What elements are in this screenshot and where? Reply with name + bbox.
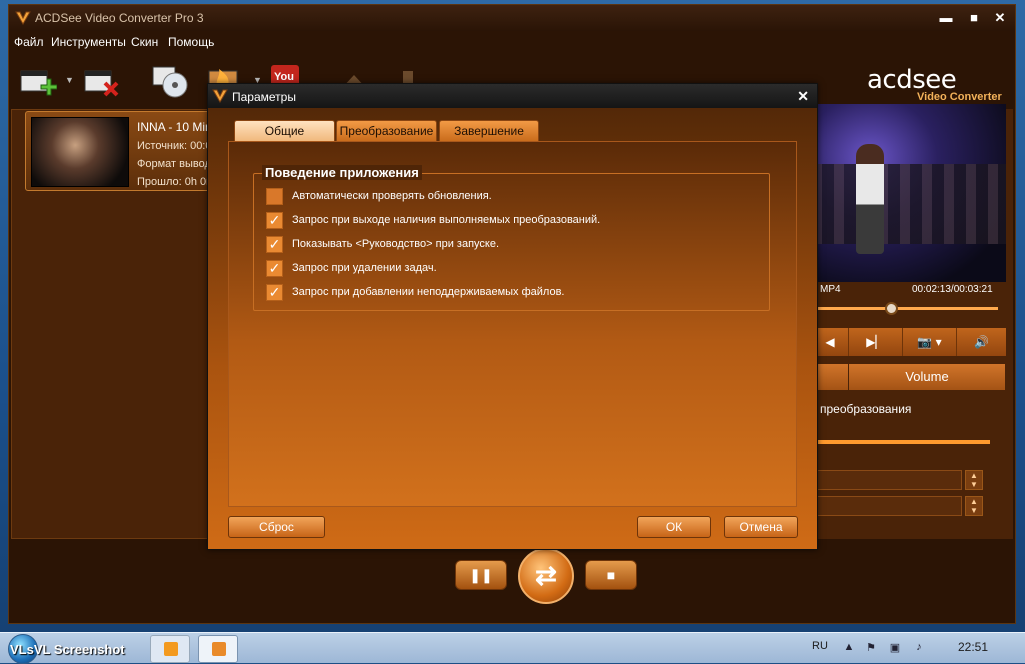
tab-completion[interactable]: Завершение [439,120,539,142]
menu-tools[interactable]: Инструменты [51,35,126,49]
checkbox-show-guide[interactable]: ✓ [266,236,283,253]
close-button[interactable]: ✕ [989,9,1011,27]
side-field-1[interactable] [812,470,962,490]
dialog-title: Параметры [232,90,296,104]
menu-help[interactable]: Помощь [168,35,214,49]
cancel-button[interactable]: Отмена [724,516,798,538]
brand-logo: acdsee Video Converter [857,63,1007,107]
player-format: MP4 [820,284,841,295]
app-logo-icon [15,11,31,25]
option-label: Показывать <Руководство> при запуске. [292,238,500,250]
remove-video-icon[interactable] [83,63,121,99]
group-title: Поведение приложения [262,165,422,180]
taskbar-media-player[interactable] [150,635,190,663]
dialog-titlebar: Параметры ✕ [208,84,817,108]
stop-button[interactable]: ■ [585,560,637,590]
next-frame-button[interactable]: ▶▏ [848,328,902,356]
video-preview[interactable] [812,104,1006,282]
side-conversion-text: преобразования [820,402,912,416]
video-crowd [812,164,1006,244]
maximize-button[interactable]: ■ [963,9,985,27]
add-dropdown-icon[interactable]: ▼ [65,75,74,85]
app-titlebar: ACDSee Video Converter Pro 3 ▬ ■ ✕ [9,5,1015,31]
menu-file[interactable]: Файл [14,35,44,49]
player-controls: ◀ ▶▏ 📷 ▾ 🔊 [812,328,1006,356]
option-label: Запрос при добавлении неподдерживаемых ф… [292,286,565,298]
spinner-1[interactable]: ▲ ▼ [965,470,983,490]
checkbox-exit-prompt[interactable]: ✓ [266,212,283,229]
player-info: MP4 00:02:13/00:03:21 [812,284,1006,298]
checkbox-unsupported-prompt[interactable]: ✓ [266,284,283,301]
option-label: Запрос при удалении задач. [292,262,437,274]
side-field-2[interactable] [812,496,962,516]
language-indicator[interactable]: RU [812,640,828,652]
menu-skin[interactable]: Скин [131,35,158,49]
flag-icon[interactable]: ⚑ [864,641,878,655]
seek-knob[interactable] [885,302,898,315]
add-video-icon[interactable] [19,63,57,99]
minimize-button[interactable]: ▬ [935,9,957,27]
video-thumbnail [31,117,129,187]
task-item[interactable]: INNA - 10 Minutes Источник: 00:03:21 Фор… [25,111,225,191]
acdsee-taskbar-icon [212,642,226,656]
convert-button[interactable]: ⇄ [518,548,574,604]
volume-icon[interactable]: 🔊 [956,328,1006,356]
network-icon[interactable]: ▣ [888,641,902,655]
side-progress [812,440,990,444]
watermark: VLsVL Screenshot [10,642,125,657]
checkbox-delete-prompt[interactable]: ✓ [266,260,283,277]
tab-conversion[interactable]: Преобразование [336,120,437,142]
brand-subtitle: Video Converter [917,91,1002,103]
reset-button[interactable]: Сброс [228,516,325,538]
snapshot-button[interactable]: 📷 ▾ [902,328,956,356]
video-dancer [856,144,884,254]
option-label: Автоматически проверять обновления. [292,190,492,202]
checkbox-auto-update[interactable] [266,188,283,205]
side-tab-volume[interactable]: Volume [849,364,1005,390]
taskbar-acdsee[interactable] [198,635,238,663]
settings-dialog: Параметры ✕ Общие Преобразование Заверше… [207,83,818,550]
spinner-2[interactable]: ▲ ▼ [965,496,983,516]
seek-bar[interactable] [812,302,998,315]
dvd-icon[interactable] [151,63,189,99]
tab-general[interactable]: Общие [234,120,335,142]
ok-button[interactable]: ОК [637,516,711,538]
pause-button[interactable]: ❚❚ [455,560,507,590]
menubar: Файл Инструменты Скин Помощь [9,32,1015,52]
dialog-logo-icon [212,89,228,103]
dialog-close-icon[interactable]: ✕ [797,88,809,105]
seek-track [812,307,998,310]
option-label: Запрос при выходе наличия выполняемых пр… [292,214,601,226]
svg-text:You: You [274,71,294,83]
media-player-icon [164,642,178,656]
app-title: ACDSee Video Converter Pro 3 [35,11,204,25]
speaker-icon[interactable]: ♪ [912,641,926,655]
tray-expand-icon[interactable]: ▲ [842,641,856,655]
clock[interactable]: 22:51 [958,640,988,654]
player-time: 00:02:13/00:03:21 [912,284,993,295]
